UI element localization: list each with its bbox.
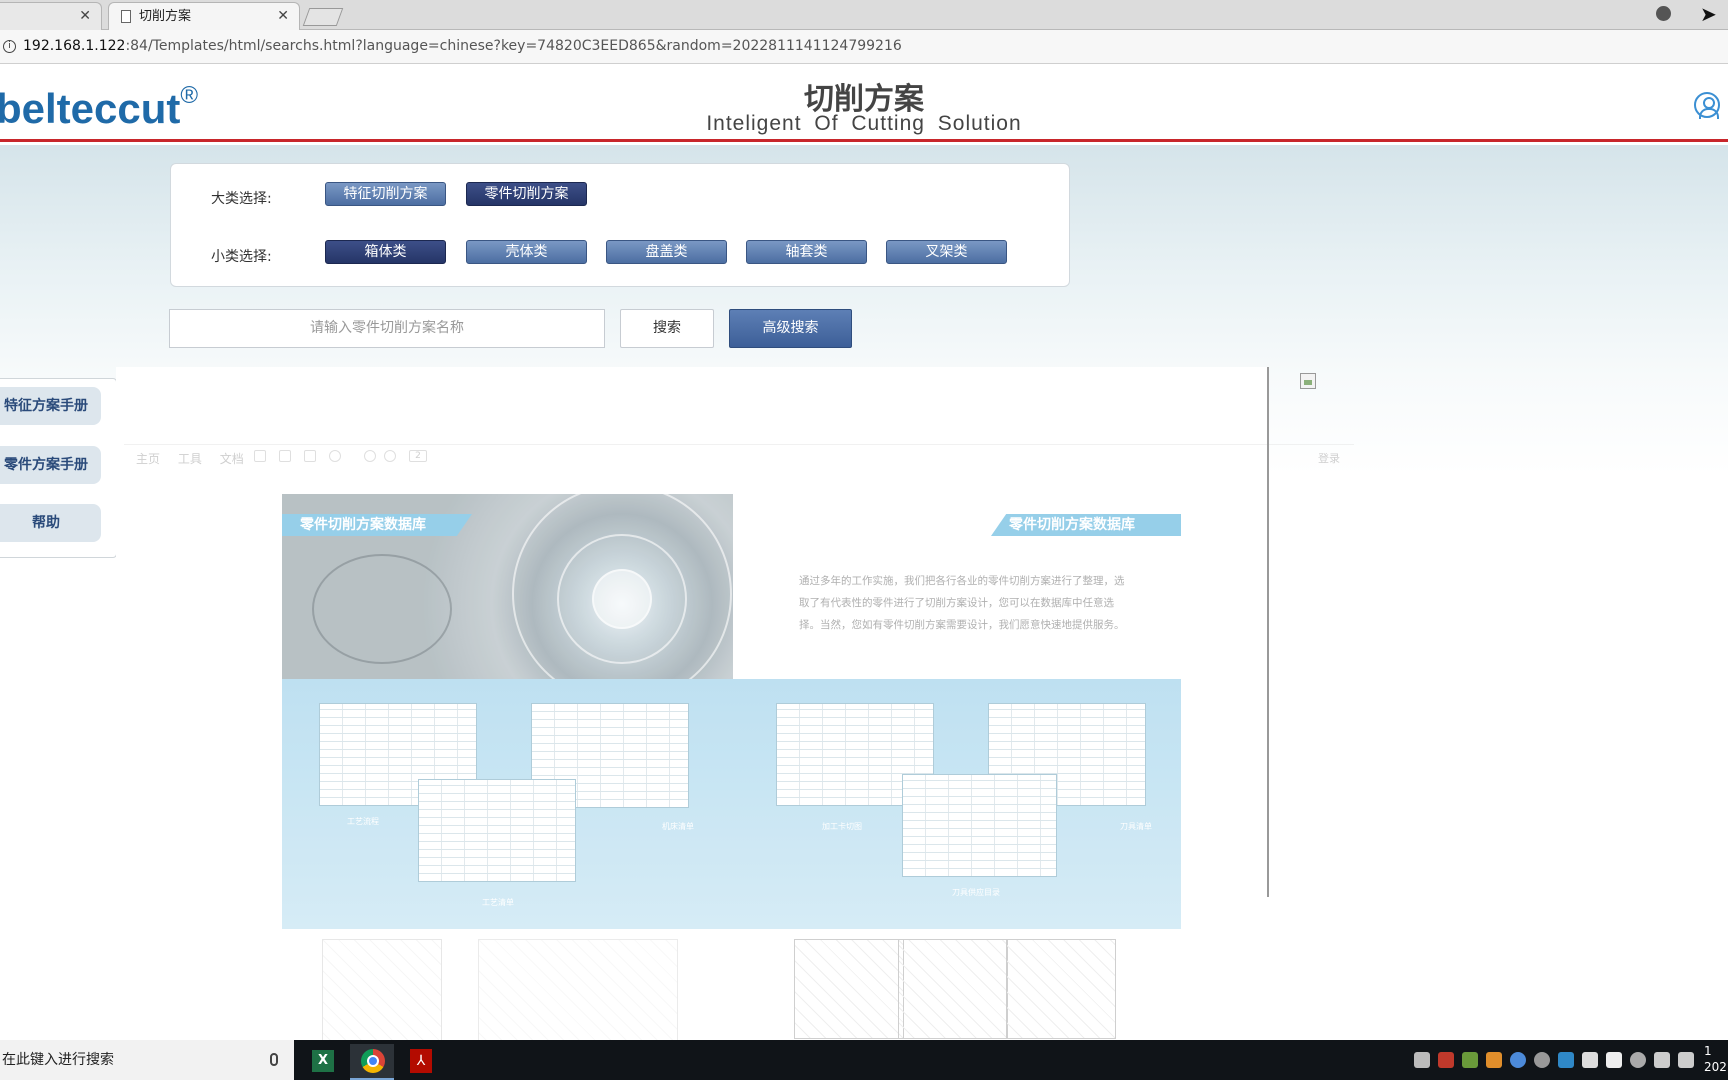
part-drawing — [322, 939, 442, 1044]
sheet-label: 工艺清单 — [482, 898, 514, 907]
chrome-app-button[interactable] — [350, 1044, 394, 1080]
viewer-divider — [1267, 367, 1269, 897]
tray-icon[interactable] — [1510, 1052, 1526, 1068]
site-header: belteccut® 切削方案 Inteligent Of Cutting So… — [0, 64, 1728, 142]
chrome-icon — [361, 1049, 385, 1073]
pdf-tab-tools[interactable]: 工具 — [178, 452, 202, 466]
tray-icon[interactable] — [1582, 1052, 1598, 1068]
cloud-icon[interactable] — [1630, 1052, 1646, 1068]
major-part-button[interactable]: 零件切削方案 — [466, 182, 587, 206]
part-drawing — [1006, 939, 1116, 1039]
browser-tab-bar: ✕ 切削方案 ✕ ➤ — [0, 0, 1728, 30]
major-feature-button[interactable]: 特征切削方案 — [325, 182, 446, 206]
shield-icon[interactable] — [1606, 1052, 1622, 1068]
minor-shell-button[interactable]: 壳体类 — [466, 240, 587, 264]
microphone-icon[interactable] — [270, 1053, 278, 1066]
taskbar: 在此键入进行搜索 X ⅄ 1 202 — [0, 1040, 1728, 1080]
page-up-icon[interactable] — [364, 450, 376, 462]
minor-category-label: 小类选择: — [211, 249, 272, 265]
tray-icon[interactable] — [1414, 1052, 1430, 1068]
tray-icon[interactable] — [1486, 1052, 1502, 1068]
clock-date: 202 — [1704, 1060, 1727, 1074]
minor-box-button[interactable]: 箱体类 — [325, 240, 446, 264]
mail-icon[interactable] — [304, 450, 316, 462]
browser-tab-active[interactable]: 切削方案 ✕ — [108, 2, 300, 30]
drawings-row — [282, 929, 1181, 1044]
minor-shaft-button[interactable]: 轴套类 — [746, 240, 867, 264]
page-icon — [121, 10, 131, 23]
sheet-label: 工艺流程 — [347, 817, 379, 826]
pdf-tab-home[interactable]: 主页 — [136, 452, 160, 466]
url-path: :84/Templates/html/searchs.html?language… — [125, 38, 902, 54]
page-subtitle: Inteligent Of Cutting Solution — [706, 112, 1022, 135]
new-tab-button[interactable] — [302, 8, 344, 26]
url-host: 192.168.1.122 — [23, 38, 126, 54]
part-drawing — [478, 939, 678, 1044]
sheet-label: 刀具供应目录 — [952, 888, 1000, 897]
address-bar[interactable]: i 192.168.1.122:84/Templates/html/search… — [0, 30, 1728, 64]
tray-icon[interactable] — [1462, 1052, 1478, 1068]
page-number-box[interactable]: 2 — [409, 450, 427, 462]
taskbar-search[interactable]: 在此键入进行搜索 — [0, 1040, 294, 1080]
document-viewer: 主页 工具 文档 2 登录 零件切削方案数据库 零件切削方案数据库 通过多年的工… — [116, 367, 1354, 1045]
sheet-thumbnail — [902, 774, 1057, 877]
minor-disc-button[interactable]: 盘盖类 — [606, 240, 727, 264]
browser-tab-inactive[interactable]: ✕ — [0, 2, 102, 30]
tab-title: 切削方案 — [139, 9, 192, 24]
pdf-tab-document[interactable]: 文档 — [220, 452, 244, 466]
advanced-search-button[interactable]: 高级搜索 — [729, 309, 852, 348]
tray-icon[interactable] — [1438, 1052, 1454, 1068]
pdf-reader-icon: ⅄ — [410, 1049, 432, 1073]
intro-paragraph: 通过多年的工作实施，我们把各行各业的零件切削方案进行了整理，选取了有代表性的零件… — [799, 575, 1125, 631]
sidebar-item-part-manual[interactable]: 零件方案手册 — [0, 446, 101, 484]
clock[interactable]: 1 202 — [1704, 1043, 1727, 1075]
toolbar-divider — [124, 444, 1354, 445]
spreadsheet-band: 工艺流程 机床清单 工艺清单 加工卡切图 刀具清单 刀具供应目录 — [282, 679, 1181, 929]
embedded-pdf-window: 主页 工具 文档 2 登录 零件切削方案数据库 零件切削方案数据库 通过多年的工… — [124, 414, 1354, 1044]
tray-icon[interactable] — [1534, 1052, 1550, 1068]
excel-icon: X — [312, 1050, 334, 1072]
pdf-tabs: 主页 工具 文档 — [136, 450, 244, 467]
banner-right: 零件切削方案数据库 — [991, 514, 1181, 536]
search-input[interactable]: 请输入零件切削方案名称 — [169, 309, 605, 348]
pdf-page: 零件切削方案数据库 零件切削方案数据库 通过多年的工作实施，我们把各行各业的零件… — [282, 494, 1181, 1044]
broken-image-icon — [1300, 373, 1316, 389]
sheet-label: 刀具清单 — [1120, 822, 1152, 831]
part-drawing — [794, 939, 904, 1039]
sidebar-item-help[interactable]: 帮助 — [0, 504, 101, 542]
tray-icon[interactable] — [1558, 1052, 1574, 1068]
save-icon[interactable] — [254, 450, 266, 462]
banner-left: 零件切削方案数据库 — [282, 514, 472, 536]
user-icon[interactable] — [1694, 92, 1720, 119]
clock-time: 1 — [1704, 1044, 1712, 1058]
account-icon[interactable] — [1656, 6, 1671, 21]
info-icon[interactable]: i — [3, 40, 16, 53]
sheet-thumbnail — [418, 779, 576, 882]
excel-app-button[interactable]: X — [300, 1044, 344, 1080]
part-drawing — [898, 939, 1008, 1039]
url-text[interactable]: 192.168.1.122:84/Templates/html/searchs.… — [23, 38, 902, 54]
sidebar: 特征方案手册 零件方案手册 帮助 — [0, 378, 117, 558]
sidebar-item-feature-manual[interactable]: 特征方案手册 — [0, 387, 101, 425]
minor-fork-button[interactable]: 叉架类 — [886, 240, 1007, 264]
search-icon[interactable] — [329, 450, 341, 462]
pdf-login-link[interactable]: 登录 — [1318, 450, 1340, 466]
category-filter-panel: 大类选择: 特征切削方案 零件切削方案 小类选择: 箱体类 壳体类 盘盖类 轴套… — [170, 163, 1070, 287]
mouse-cursor-icon: ➤ — [1700, 2, 1717, 26]
major-category-label: 大类选择: — [211, 191, 272, 207]
pdf-app-button[interactable]: ⅄ — [398, 1044, 442, 1080]
print-icon[interactable] — [279, 450, 291, 462]
close-tab-icon[interactable]: ✕ — [277, 3, 289, 30]
sheet-label: 机床清单 — [662, 822, 694, 831]
network-icon[interactable] — [1654, 1052, 1670, 1068]
page-down-icon[interactable] — [384, 450, 396, 462]
search-button[interactable]: 搜索 — [620, 309, 714, 348]
close-tab-icon[interactable]: ✕ — [79, 3, 91, 30]
sheet-label: 加工卡切图 — [822, 822, 862, 831]
volume-icon[interactable] — [1678, 1052, 1694, 1068]
main-content: 大类选择: 特征切削方案 零件切削方案 小类选择: 箱体类 壳体类 盘盖类 轴套… — [0, 145, 1728, 1045]
